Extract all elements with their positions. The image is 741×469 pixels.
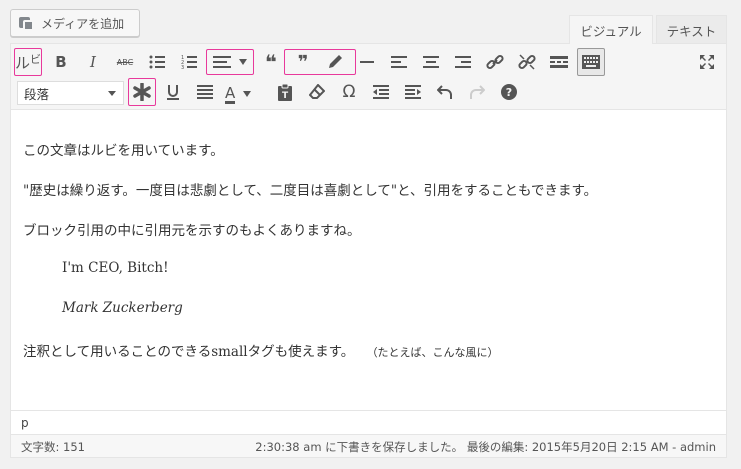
justify-icon [197, 85, 213, 99]
element-path-label[interactable]: p [21, 416, 29, 430]
blockquote-button[interactable]: ❝ [257, 48, 285, 76]
underline-icon [167, 85, 179, 100]
blockquote-cite: Mark Zuckerberg [62, 300, 183, 316]
bullet-list-button[interactable] [143, 48, 171, 76]
pen-button[interactable] [321, 48, 349, 76]
italic-button[interactable]: I [79, 48, 107, 76]
special-character-button[interactable]: Ω [335, 78, 363, 106]
align-icon [213, 56, 231, 68]
strikethrough-button[interactable]: ABC [111, 48, 139, 76]
indent-button[interactable] [399, 78, 427, 106]
align-center-icon [423, 56, 439, 68]
svg-text:T: T [282, 91, 289, 101]
align-right-icon [455, 56, 471, 68]
align-right-button[interactable] [449, 48, 477, 76]
format-select[interactable]: 段落 [17, 81, 124, 105]
paragraph-quote: "歴史は繰り返す。一度目は悲劇として、二度目は喜劇として"と、引用をすることもで… [23, 183, 598, 199]
redo-button[interactable] [463, 78, 491, 106]
underline-button[interactable] [159, 78, 187, 106]
horizontal-rule-button[interactable] [353, 48, 381, 76]
small-text: （たとえば、こんな風に） [366, 346, 499, 359]
undo-icon [437, 85, 452, 99]
text-color-label: A [225, 83, 236, 104]
ruby-small-label: ビ [30, 52, 42, 66]
paragraph-small: 注釈として用いることのできるsmallタグも使えます。 （たとえば、こんな風に） [23, 340, 499, 360]
undo-button[interactable] [431, 78, 459, 106]
align-left-button[interactable] [385, 48, 413, 76]
redo-icon [470, 85, 485, 99]
cite-pen-group: ❞ [284, 49, 356, 75]
blockquote-text: I'm CEO, Bitch! [62, 260, 169, 276]
unlink-button[interactable] [513, 48, 541, 76]
add-media-button[interactable]: メディアを追加 [10, 9, 140, 37]
cite-button[interactable]: ❞ [289, 48, 317, 76]
cite-quote-icon: ❞ [297, 51, 309, 73]
read-more-button[interactable] [545, 48, 573, 76]
eraser-icon [309, 84, 325, 99]
media-icon [19, 15, 35, 31]
insert-link-button[interactable] [481, 48, 509, 76]
pencil-icon [329, 55, 342, 68]
autosave-status: 2:30:38 am に下書きを保存しました。 最後の編集: 2015年5月20… [255, 440, 716, 454]
footnote-button[interactable] [128, 78, 156, 106]
outdent-button[interactable] [367, 78, 395, 106]
align-dropdown[interactable] [206, 49, 254, 75]
clipboard-icon: T [278, 83, 292, 101]
help-button[interactable]: ? [495, 78, 523, 106]
hr-icon [360, 61, 374, 63]
numbered-list-button[interactable]: 123 [175, 48, 203, 76]
fullscreen-icon [700, 55, 714, 69]
chevron-down-icon [243, 91, 252, 97]
unlink-icon [518, 54, 536, 70]
status-bar: 文字数: 151 2:30:38 am に下書きを保存しました。 最後の編集: … [11, 434, 726, 457]
format-select-value: 段落 [24, 86, 50, 102]
paragraph-small-text: 注釈として用いることのできるsmallタグも使えます。 [23, 344, 355, 360]
align-left-icon [391, 56, 407, 68]
editor: ルビ B I ABC 123 ❝ ❞ 段落 A T Ω ? この文章はルビを用い… [10, 43, 727, 458]
paragraph-blockquote-intro: ブロック引用の中に引用元を示すのもよくありますね。 [23, 223, 361, 239]
editor-toolbar: ルビ B I ABC 123 ❝ ❞ 段落 A T Ω ? [11, 44, 726, 110]
read-more-icon [550, 56, 568, 68]
align-center-button[interactable] [417, 48, 445, 76]
link-icon [486, 54, 504, 70]
indent-icon [405, 85, 421, 99]
element-path: p [11, 410, 726, 434]
bullet-list-icon [149, 55, 165, 69]
help-icon: ? [501, 84, 517, 100]
asterisk-icon [133, 83, 151, 101]
svg-text:3: 3 [181, 65, 184, 69]
editor-content[interactable]: この文章はルビを用いています。 "歴史は繰り返す。一度目は悲劇として、二度目は喜… [11, 111, 726, 409]
tab-text[interactable]: テキスト [656, 15, 727, 44]
ruby-button[interactable]: ルビ [14, 48, 42, 76]
chevron-down-icon [108, 91, 116, 96]
numbered-list-icon: 123 [181, 55, 197, 69]
quote-icon: ❝ [265, 50, 277, 74]
ruby-label: ル [15, 53, 31, 72]
chevron-down-icon [239, 59, 247, 65]
tab-visual[interactable]: ビジュアル [569, 15, 653, 44]
outdent-icon [373, 85, 389, 99]
paragraph-ruby: この文章はルビを用いています。 [23, 143, 224, 159]
paste-text-button[interactable]: T [271, 78, 299, 106]
word-count: 文字数: 151 [21, 440, 85, 454]
text-color-dropdown[interactable]: A [225, 82, 265, 106]
justify-button[interactable] [191, 78, 219, 106]
add-media-label: メディアを追加 [41, 16, 125, 31]
bold-button[interactable]: B [47, 48, 75, 76]
fullscreen-button[interactable] [693, 48, 721, 76]
toolbar-toggle-button[interactable] [577, 48, 605, 76]
keyboard-icon [582, 55, 600, 69]
clear-formatting-button[interactable] [303, 78, 331, 106]
